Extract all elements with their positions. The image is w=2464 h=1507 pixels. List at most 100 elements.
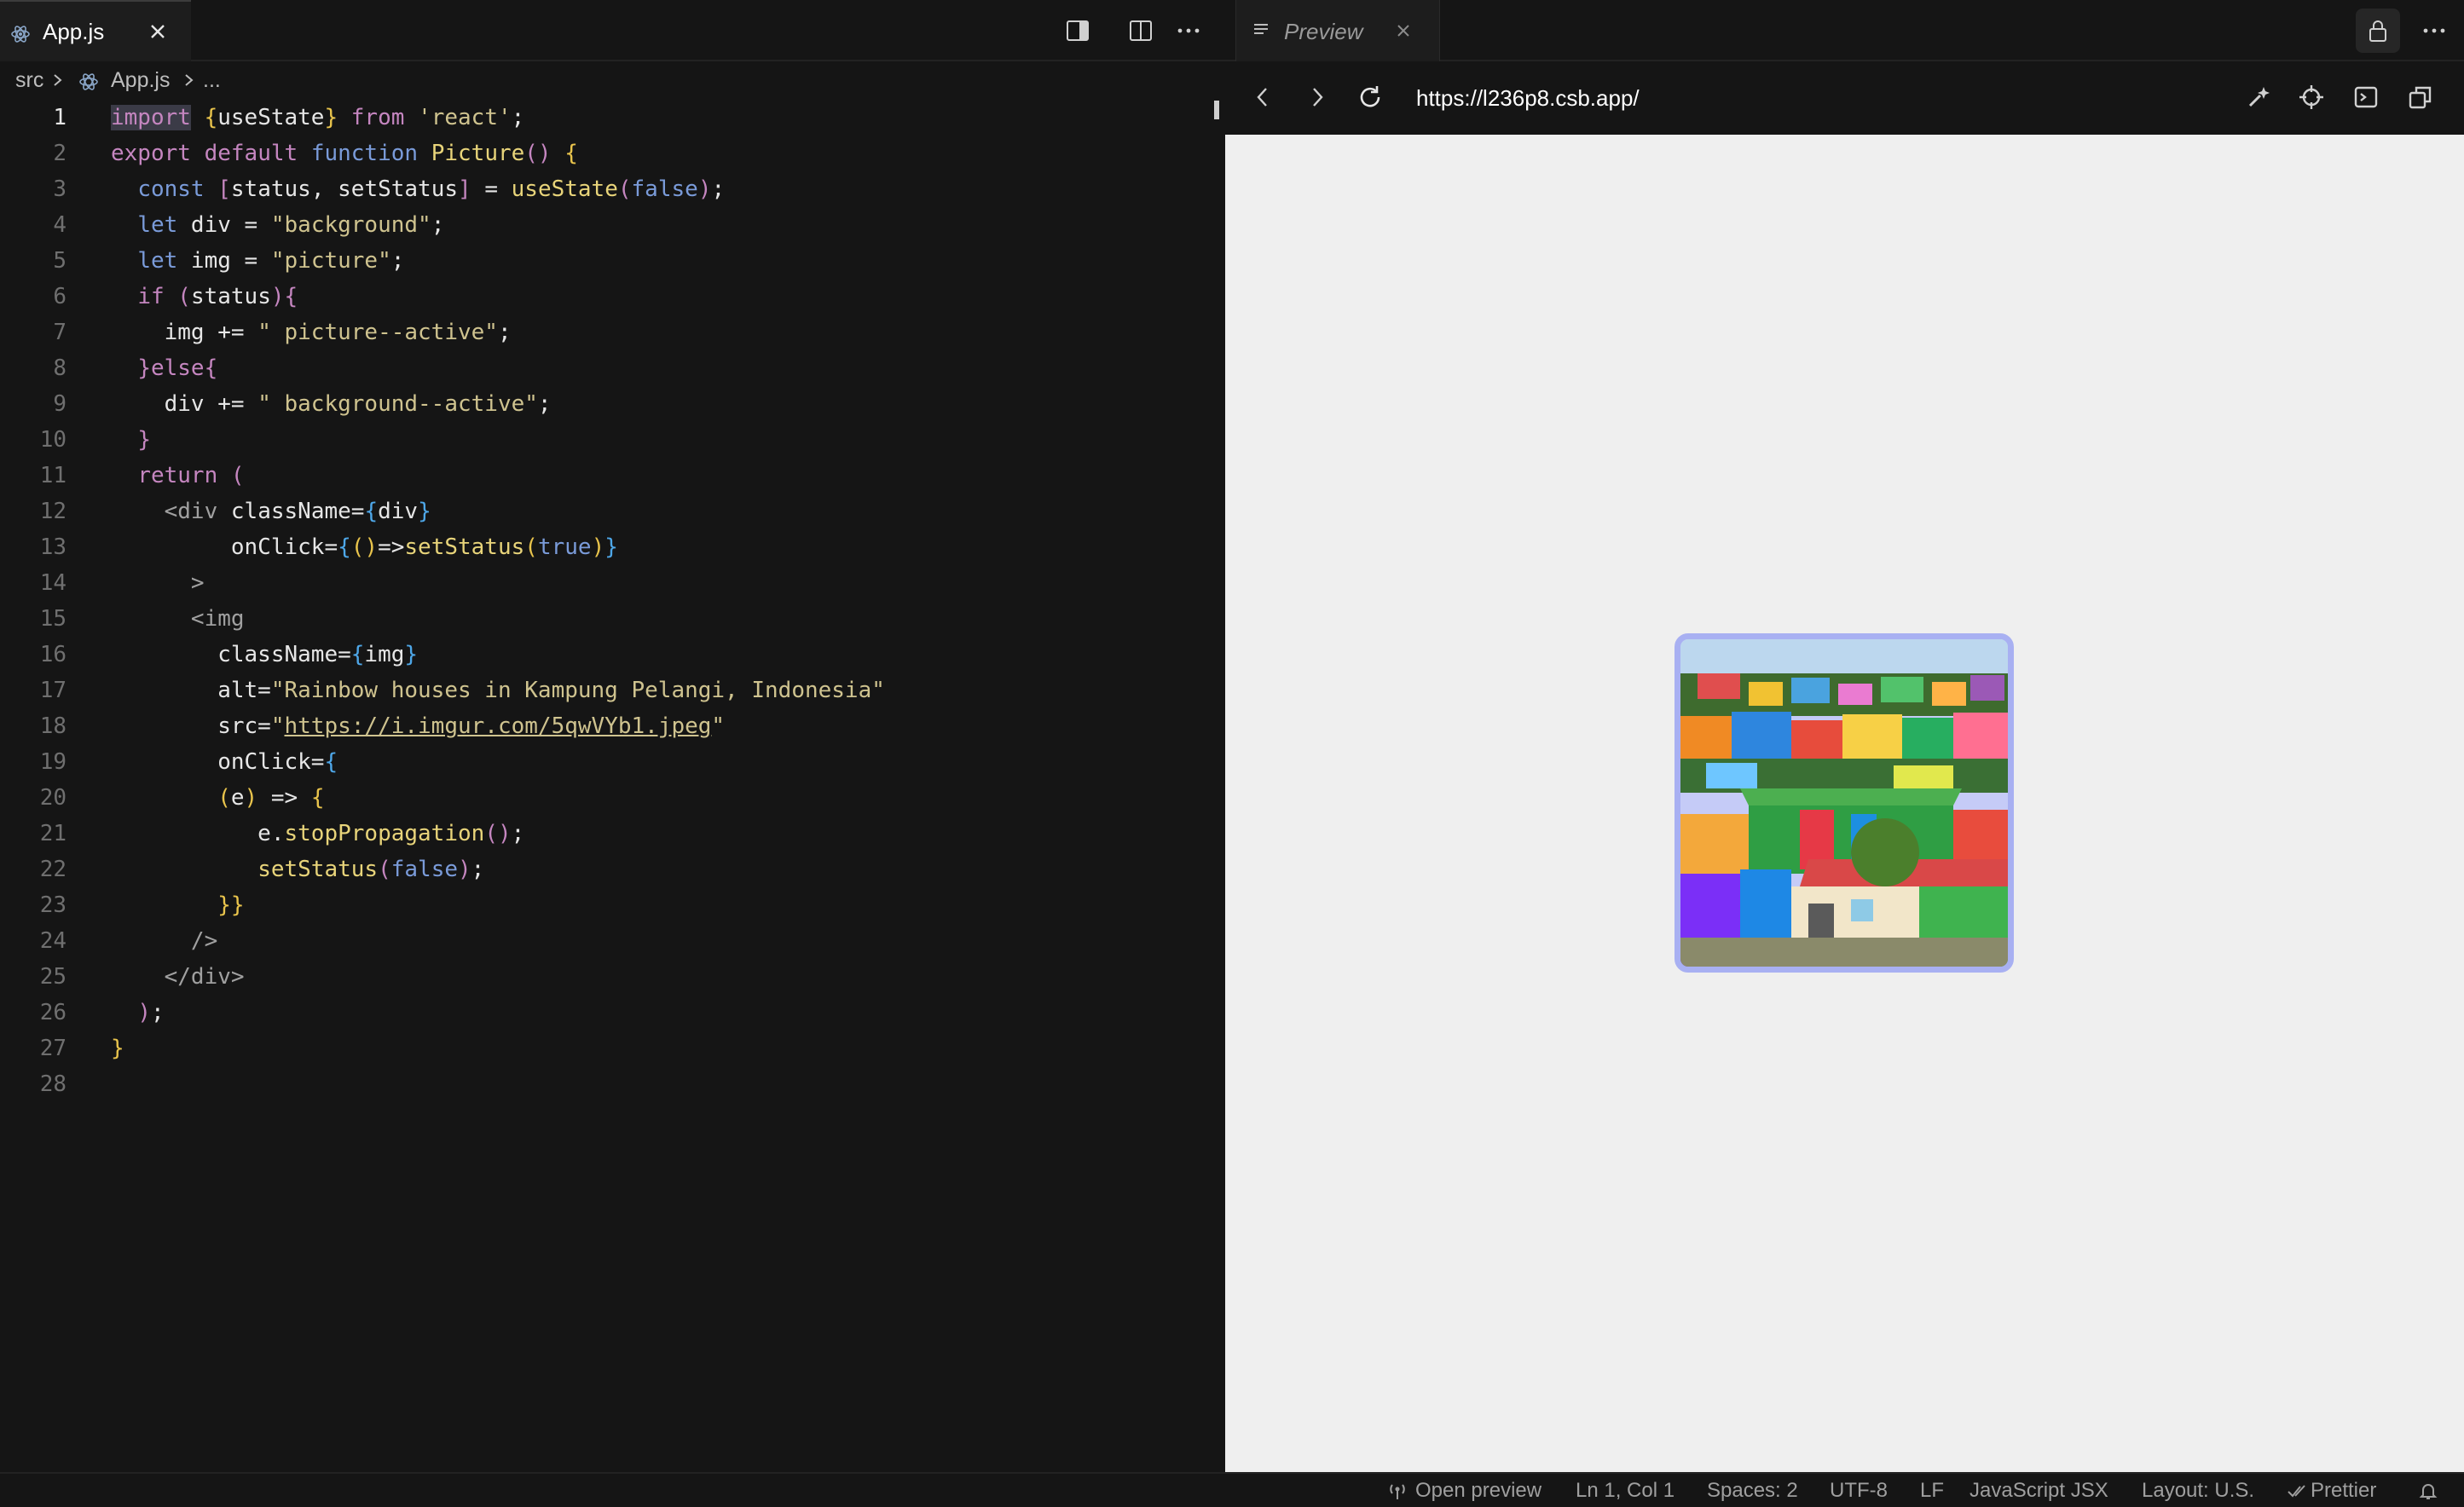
back-icon[interactable] [1252,84,1273,111]
document-icon [1252,20,1270,39]
code-line: 22 setStatus(false); [0,852,1225,887]
code-editor[interactable]: 1 import {useState} from 'react'; 2 export… [0,100,1225,1102]
react-icon [78,72,99,92]
breadcrumb-file[interactable]: App.js [111,68,170,93]
code-token: ] [458,176,471,202]
code-line: 23 }} [0,887,1225,923]
code-token: false [631,176,698,202]
code-line: 2 export default function Picture() { [0,136,1225,171]
crosshair-icon[interactable] [2298,84,2325,111]
line-number: 5 [53,248,67,274]
url-field[interactable]: https://l236p8.csb.app/ [1416,85,1640,112]
code-token: div += [111,391,258,417]
toggle-sidebar-icon[interactable] [1064,17,1091,44]
line-number: 12 [39,499,67,524]
preview-viewport[interactable] [1225,135,2464,1472]
close-tab-icon[interactable] [148,22,167,41]
cursor-position[interactable]: Ln 1, Col 1 [1576,1479,1674,1503]
code-token: () [484,821,512,846]
code-token: " picture--active" [257,320,498,345]
indentation[interactable]: Spaces: 2 [1707,1479,1798,1503]
code-line: 28 [0,1066,1225,1102]
code-token: => [257,785,311,811]
line-number: 2 [53,141,67,166]
split-editor-icon[interactable] [1127,17,1154,44]
line-number: 26 [39,1000,67,1025]
picture[interactable] [1674,633,2014,973]
code-token: img [364,642,405,667]
line-number: 6 [53,284,67,309]
code-line: 19 onClick={ [0,744,1225,780]
code-token: => [378,534,405,560]
code-token: import [111,105,191,130]
code-line: 26 ); [0,995,1225,1031]
line-number: 28 [39,1071,67,1097]
code-token: div [378,499,419,524]
code-line: 20 (e) => { [0,780,1225,816]
code-line: 6 if (status){ [0,279,1225,315]
breadcrumb-src[interactable]: src [15,68,43,93]
code-token: { [338,534,351,560]
code-token: <div [164,499,218,524]
forward-icon[interactable] [1307,84,1327,111]
prettier-status[interactable]: Prettier [2311,1479,2376,1503]
code-token: e. [111,821,285,846]
bell-icon[interactable] [2418,1481,2438,1507]
code-token: </div> [164,964,245,990]
code-line: 13 onClick={()=>setStatus(true)} [0,529,1225,565]
refresh-icon[interactable] [1356,84,1384,111]
code-token: status, setStatus [230,176,459,202]
code-token: Picture [431,141,525,166]
lock-button[interactable] [2356,9,2400,53]
more-actions-icon[interactable] [1175,17,1202,44]
tab-preview[interactable]: Preview [1235,0,1440,61]
code-line: 21 e.stopPropagation(); [0,816,1225,852]
code-token: } [404,642,419,667]
code-token: ) [137,1000,151,1025]
keyboard-layout[interactable]: Layout: U.S. [2142,1479,2254,1503]
line-number: 27 [39,1036,67,1061]
code-token: ) [591,534,605,560]
code-token: function [310,141,419,166]
code-line: 7 img += " picture--active"; [0,315,1225,350]
editor-tab-bar: App.js [0,0,1225,61]
close-tab-icon[interactable] [1395,22,1412,39]
code-line: 12 <div className={div} [0,494,1225,529]
line-number: 20 [39,785,67,811]
code-token: "Rainbow houses in Kampung Pelangi, Indo… [270,678,885,703]
code-token: useState [217,105,325,130]
line-number: 3 [53,176,67,202]
open-preview-button[interactable]: Open preview [1415,1479,1541,1503]
line-number: 21 [39,821,67,846]
code-token: stopPropagation [284,821,485,846]
code-token: " [270,713,285,739]
tab-app-js[interactable]: App.js [0,0,191,61]
more-actions-icon[interactable] [2421,17,2448,44]
code-token: ; [537,391,552,417]
rainbow-houses-image[interactable] [1680,639,2008,967]
encoding[interactable]: UTF-8 [1830,1479,1888,1503]
line-number: 18 [39,713,67,739]
code-token: " [711,713,726,739]
code-token: onClick= [111,534,338,560]
code-token: if [137,284,165,309]
line-number: 19 [39,749,67,775]
magic-wand-icon[interactable] [2245,84,2272,111]
code-link[interactable]: https://i.imgur.com/5qwVYb1.jpeg [285,713,712,739]
console-icon[interactable] [2352,84,2380,111]
breadcrumb-more[interactable]: ... [203,68,221,93]
language-mode[interactable]: JavaScript JSX [1969,1479,2108,1503]
open-new-window-icon[interactable] [2407,84,2434,111]
end-of-line[interactable]: LF [1920,1479,1944,1503]
code-token: { [204,105,218,130]
line-number: 8 [53,355,67,381]
